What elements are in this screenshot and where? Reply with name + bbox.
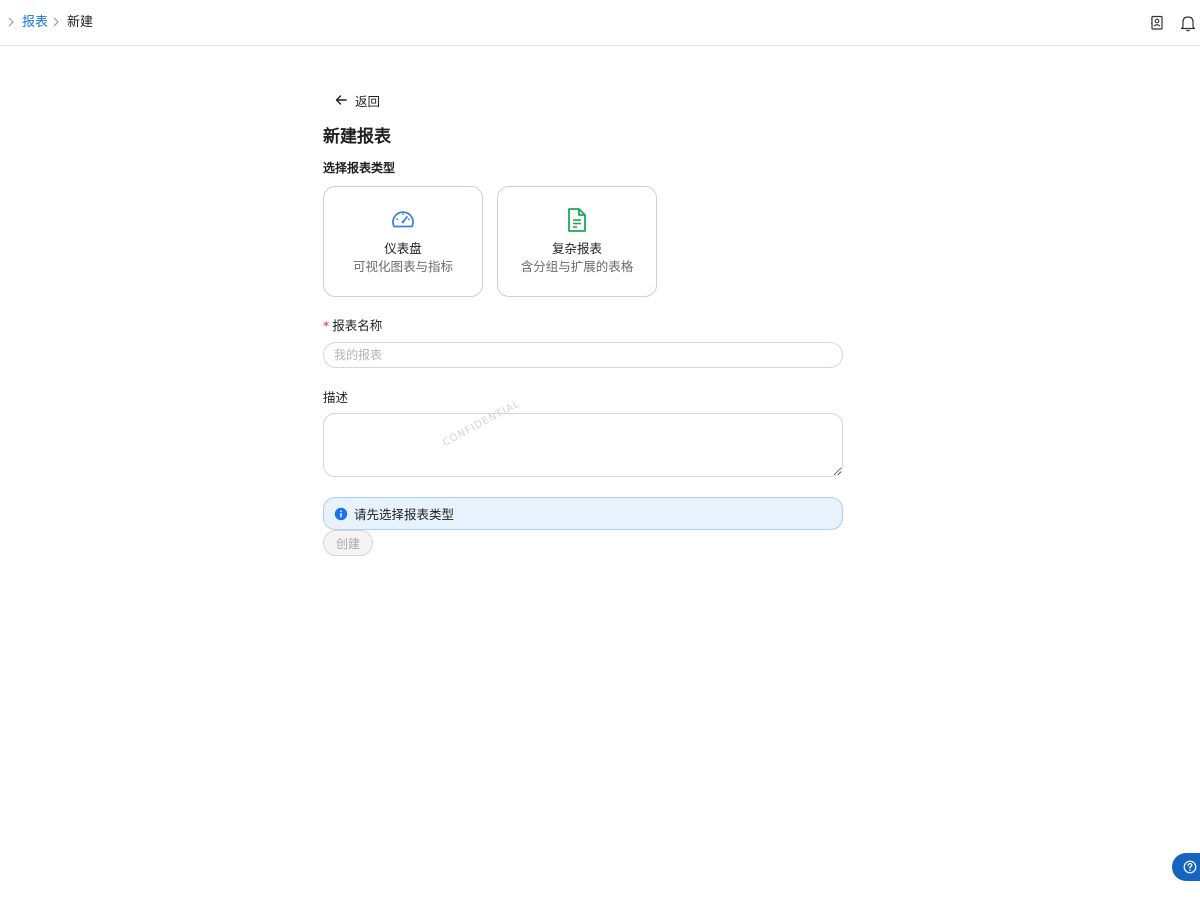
card-description: 可视化图表与指标	[352, 259, 453, 274]
required-mark: *	[323, 318, 330, 333]
speedometer-icon	[392, 211, 414, 228]
report-type-section-label: 选择报表类型	[323, 161, 396, 175]
info-alert: 请先选择报表类型	[323, 497, 843, 530]
contacts-icon[interactable]	[1147, 13, 1167, 33]
chevron-right-icon	[8, 17, 14, 27]
info-icon	[334, 507, 348, 520]
report-type-card-complex-report[interactable]: 复杂报表 含分组与扩展的表格	[497, 186, 657, 297]
description-textarea[interactable]	[323, 413, 843, 477]
back-label: 返回	[355, 93, 381, 109]
chevron-right-icon	[53, 17, 59, 27]
report-name-label-text: 报表名称	[332, 318, 383, 333]
card-description: 含分组与扩展的表格	[520, 259, 634, 274]
document-icon	[568, 208, 586, 232]
description-label: 描述	[323, 390, 349, 405]
card-title: 复杂报表	[551, 241, 602, 256]
back-button[interactable]: 返回	[334, 90, 380, 110]
report-type-card-dashboard[interactable]: 仪表盘 可视化图表与指标	[323, 186, 483, 297]
report-name-label: * 报表名称	[323, 317, 382, 335]
arrow-left-icon	[335, 95, 347, 105]
top-bar: 报表 新建	[0, 0, 1200, 46]
question-icon	[1183, 860, 1197, 874]
alert-message: 请先选择报表类型	[354, 507, 455, 522]
bell-icon[interactable]	[1178, 13, 1198, 33]
page-title: 新建报表	[323, 127, 391, 147]
help-button[interactable]	[1172, 853, 1200, 881]
breadcrumb-link-reports[interactable]: 报表	[22, 14, 48, 32]
create-button[interactable]: 创建	[323, 530, 373, 556]
card-title: 仪表盘	[384, 241, 422, 256]
description-field: CONFIDENTIAL	[323, 399, 843, 477]
breadcrumb-current: 新建	[67, 15, 94, 30]
report-name-input[interactable]	[323, 342, 843, 368]
